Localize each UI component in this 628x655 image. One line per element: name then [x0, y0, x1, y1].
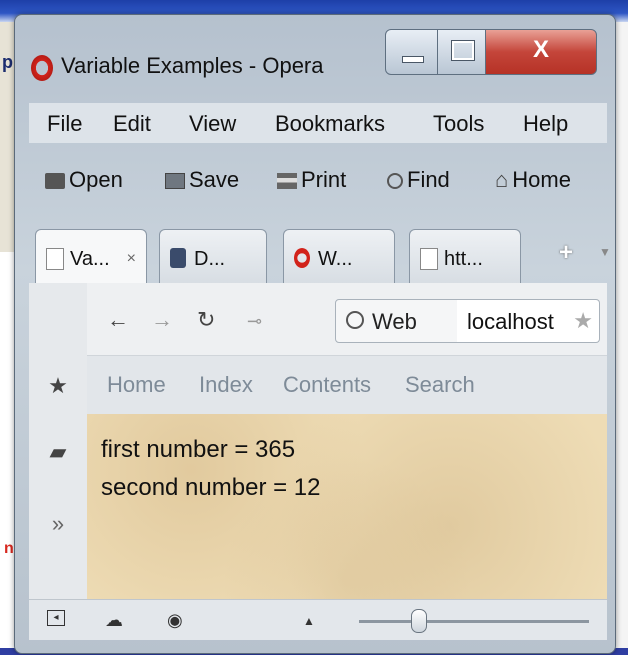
bookmark-home[interactable]: Home [107, 372, 166, 398]
home-button[interactable]: ⌂ Home [495, 167, 571, 193]
zoom-slider-thumb[interactable] [411, 609, 427, 633]
panel-toggle-icon[interactable]: ◂ [47, 610, 65, 626]
background-text-fragment: n [4, 540, 14, 557]
cloud-icon[interactable]: ☁ [105, 610, 123, 631]
zoom-chevron-up-icon[interactable]: ▲ [303, 614, 315, 628]
tab-bar: Va... × D... W... htt... + ▼ [29, 215, 611, 286]
bookmark-site-icon [170, 248, 186, 268]
opera-logo-icon[interactable] [31, 55, 53, 81]
notes-icon[interactable]: ▰ [47, 441, 69, 463]
menu-edit[interactable]: Edit [113, 111, 151, 137]
forward-arrow-icon[interactable]: → [151, 307, 173, 333]
maximize-button[interactable] [437, 29, 487, 75]
back-arrow-icon[interactable]: ← [107, 307, 129, 333]
save-button[interactable]: Save [165, 167, 239, 193]
search-engine-label: Web [372, 309, 417, 334]
tab-2[interactable]: D... [159, 229, 267, 284]
page-icon [46, 248, 64, 270]
opera-icon [294, 248, 310, 268]
printer-icon [277, 173, 297, 189]
close-button[interactable]: X [485, 29, 597, 75]
print-button[interactable]: Print [277, 167, 346, 193]
page-icon [420, 248, 438, 270]
search-icon [387, 173, 403, 189]
tab-variable-examples[interactable]: Va... × [35, 229, 147, 286]
zoom-slider[interactable] [359, 620, 589, 623]
tab-3[interactable]: W... [283, 229, 395, 284]
browser-window: Variable Examples - Opera X File Edit Vi… [14, 14, 616, 654]
print-label: Print [301, 167, 347, 192]
home-label: Home [512, 167, 571, 192]
bookmarks-star-icon[interactable]: ★ [47, 375, 69, 397]
globe-icon [346, 311, 364, 329]
bookmark-search[interactable]: Search [405, 372, 475, 398]
tab-label: htt... [444, 248, 483, 270]
navigation-bar: ← → ↻ ⊸ Web localhost ★ [87, 283, 607, 355]
menu-view[interactable]: View [189, 111, 236, 137]
find-label: Find [407, 167, 450, 192]
menu-file[interactable]: File [47, 111, 82, 137]
tab-list-chevron-down-icon[interactable]: ▼ [599, 245, 611, 259]
home-icon: ⌂ [495, 167, 509, 192]
find-button[interactable]: Find [387, 167, 450, 193]
browser-content: ★ ▰ » ← → ↻ ⊸ Web localhost ★ Home Index… [29, 283, 607, 640]
tab-label: D... [194, 248, 226, 270]
title-bar[interactable]: Variable Examples - Opera X [15, 15, 615, 85]
menu-bar: File Edit View Bookmarks Tools Help [29, 103, 607, 143]
menu-tools[interactable]: Tools [433, 111, 484, 137]
side-panel: ★ ▰ » [29, 283, 88, 599]
output-line: second number = 12 [101, 474, 321, 501]
background-text-fragment: p [2, 52, 13, 72]
new-tab-button[interactable]: + [559, 239, 573, 267]
reload-icon[interactable]: ↻ [197, 307, 215, 333]
open-button[interactable]: Open [45, 167, 123, 193]
tab-close-icon[interactable]: × [127, 250, 136, 268]
tab-label: Va... [70, 248, 110, 270]
status-bar: ◂ ☁ ◉ ▲ [29, 599, 607, 640]
address-field[interactable]: localhost ★ [457, 299, 600, 343]
minimize-icon [402, 56, 424, 63]
expand-chevrons-icon[interactable]: » [47, 513, 69, 535]
page-content: first number = 365 second number = 12 [87, 414, 607, 599]
star-icon[interactable]: ★ [573, 308, 593, 334]
bookmark-contents[interactable]: Contents [283, 372, 371, 398]
open-label: Open [69, 167, 123, 192]
menu-bookmarks[interactable]: Bookmarks [275, 111, 385, 137]
save-icon [165, 173, 185, 189]
menu-help[interactable]: Help [523, 111, 568, 137]
key-icon[interactable]: ⊸ [247, 311, 262, 332]
window-title: Variable Examples - Opera [61, 53, 324, 78]
main-toolbar: Open Save Print Find ⌂ Home [29, 145, 607, 209]
output-line: first number = 365 [101, 436, 296, 463]
maximize-icon [451, 40, 475, 61]
minimize-button[interactable] [385, 29, 439, 75]
folder-icon [45, 173, 65, 189]
bookmarks-bar: Home Index Contents Search [87, 355, 607, 415]
tab-4[interactable]: htt... [409, 229, 521, 284]
bookmark-index[interactable]: Index [199, 372, 253, 398]
tab-label: W... [318, 248, 353, 270]
address-url: localhost [467, 309, 554, 334]
save-label: Save [189, 167, 240, 192]
close-icon: X [532, 36, 549, 63]
speed-dial-icon[interactable]: ◉ [167, 610, 183, 631]
search-engine-selector[interactable]: Web [335, 299, 459, 343]
